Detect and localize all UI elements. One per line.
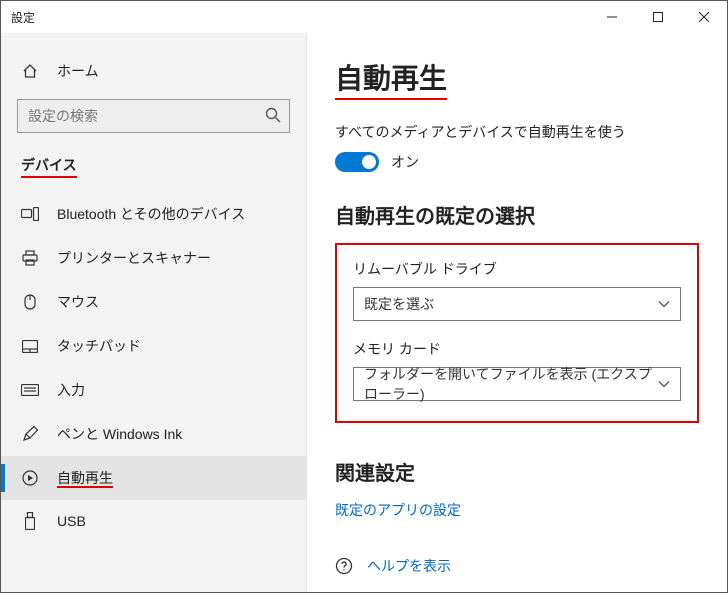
memory-card-select[interactable]: フォルダーを開いてファイルを表示 (エクスプローラー) [353, 367, 681, 401]
sidebar-item-label: ペンと Windows Ink [57, 424, 182, 444]
sidebar-item-pen[interactable]: ペンと Windows Ink [1, 412, 306, 456]
sidebar-item-typing[interactable]: 入力 [1, 368, 306, 412]
sidebar-item-autoplay[interactable]: 自動再生 [1, 456, 306, 500]
autoplay-toggle[interactable] [335, 152, 379, 172]
default-apps-link[interactable]: 既定のアプリの設定 [335, 500, 699, 520]
sidebar-item-bluetooth[interactable]: Bluetooth とその他のデバイス [1, 192, 306, 236]
sidebar-item-label: タッチパッド [57, 336, 141, 356]
window-controls [589, 1, 727, 33]
sidebar-nav: Bluetooth とその他のデバイス プリンターとスキャナー マウス [1, 192, 306, 542]
sidebar-item-mouse[interactable]: マウス [1, 280, 306, 324]
chevron-down-icon [658, 380, 670, 388]
search-icon [264, 106, 282, 124]
removable-drive-value: 既定を選ぶ [364, 294, 434, 314]
removable-drive-select[interactable]: 既定を選ぶ [353, 287, 681, 321]
sidebar-item-label: USB [57, 513, 86, 529]
home-link[interactable]: ホーム [1, 51, 306, 91]
sidebar-item-touchpad[interactable]: タッチパッド [1, 324, 306, 368]
sidebar-item-label: マウス [57, 292, 99, 312]
autoplay-icon [21, 470, 39, 486]
get-help-link[interactable]: ヘルプを表示 [367, 556, 451, 576]
keyboard-icon [21, 384, 39, 396]
sidebar-item-label: 入力 [57, 380, 85, 400]
sidebar-item-printers[interactable]: プリンターとスキャナー [1, 236, 306, 280]
touchpad-icon [21, 340, 39, 353]
close-button[interactable] [681, 1, 727, 33]
maximize-button[interactable] [635, 1, 681, 33]
main-content: 自動再生 すべてのメディアとデバイスで自動再生を使う オン 自動再生の既定の選択… [307, 33, 727, 592]
home-label: ホーム [57, 61, 99, 81]
printer-icon [21, 250, 39, 266]
titlebar: 設定 [1, 1, 727, 33]
page-title: 自動再生 [335, 57, 447, 100]
search-input[interactable] [17, 99, 290, 133]
give-feedback-link[interactable]: フィードバックの送信 [367, 590, 507, 592]
memory-card-value: フォルダーを開いてファイルを表示 (エクスプローラー) [364, 364, 658, 404]
toggle-state-label: オン [391, 152, 419, 172]
help-icon [335, 557, 353, 575]
devices-icon [21, 207, 39, 221]
defaults-heading: 自動再生の既定の選択 [335, 200, 699, 229]
pen-icon [21, 426, 39, 442]
sidebar: ホーム デバイス Bluetooth とその他のデバイス [1, 33, 307, 592]
sidebar-item-usb[interactable]: USB [1, 500, 306, 542]
sidebar-item-label: 自動再生 [57, 468, 113, 488]
minimize-button[interactable] [589, 1, 635, 33]
removable-drive-label: リムーバブル ドライブ [353, 259, 681, 279]
feedback-icon [335, 591, 353, 592]
home-icon [21, 63, 39, 79]
window-title: 設定 [11, 9, 35, 26]
sidebar-item-label: Bluetooth とその他のデバイス [57, 204, 245, 224]
memory-card-label: メモリ カード [353, 339, 681, 359]
chevron-down-icon [658, 300, 670, 308]
usb-icon [21, 512, 39, 530]
search-box[interactable] [17, 99, 290, 133]
related-heading: 関連設定 [335, 457, 699, 486]
use-autoplay-label: すべてのメディアとデバイスで自動再生を使う [335, 122, 699, 142]
sidebar-item-label: プリンターとスキャナー [57, 248, 211, 268]
sidebar-category: デバイス [1, 137, 306, 184]
mouse-icon [21, 294, 39, 310]
defaults-highlight-box: リムーバブル ドライブ 既定を選ぶ メモリ カード フォルダーを開いてファイルを… [335, 243, 699, 423]
